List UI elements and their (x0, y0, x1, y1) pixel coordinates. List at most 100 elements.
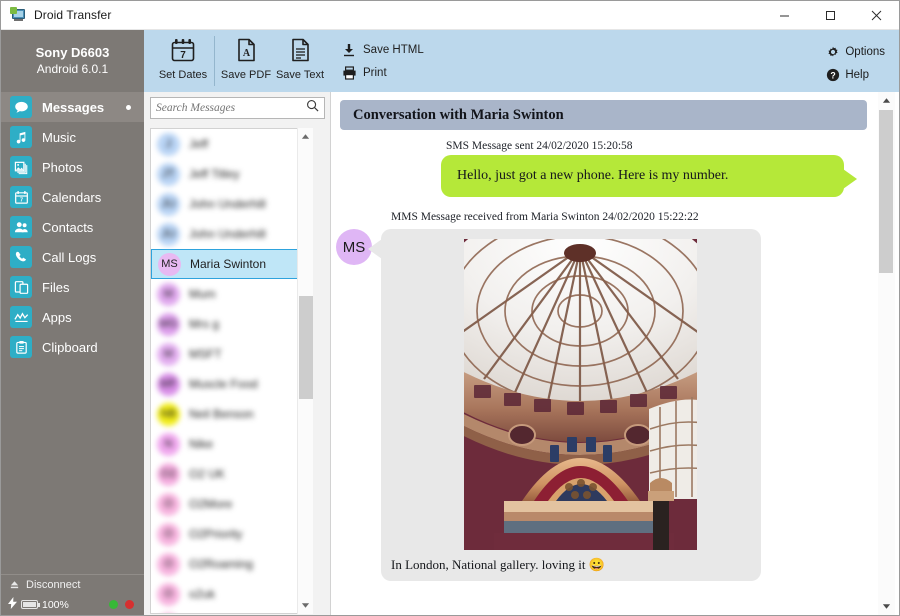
contact-row[interactable]: JUJohn Underhill (151, 219, 313, 249)
help-circle-icon: ? (824, 68, 841, 82)
mms-received-meta: MMS Message received from Maria Swinton … (331, 211, 876, 223)
contact-name: O2Roaming (189, 557, 253, 571)
contact-row[interactable]: MGMrs g (151, 309, 313, 339)
led-green (109, 600, 118, 609)
apps-icon (10, 306, 32, 328)
sidebar-item-apps[interactable]: Apps (1, 302, 144, 332)
contact-row[interactable]: MMum (151, 279, 313, 309)
search-box[interactable] (150, 97, 325, 119)
contact-name: Muscle Food (189, 377, 258, 391)
minimize-button[interactable] (761, 1, 807, 30)
status-leds (109, 600, 144, 609)
contact-row[interactable]: Oo2uk (151, 579, 313, 609)
contact-name: o2uk (189, 587, 215, 601)
contact-row[interactable]: JTJeff Titley (151, 159, 313, 189)
toolbar: Sony D6603 Android 6.0.1 7 Set Dates (1, 30, 899, 92)
contact-row[interactable]: MSMaria Swinton (151, 249, 313, 279)
scroll-up-arrow[interactable] (878, 92, 895, 109)
sidebar-item-messages[interactable]: Messages (1, 92, 144, 122)
scroll-up-arrow[interactable] (298, 128, 313, 145)
sidebar-item-music[interactable]: Music (1, 122, 144, 152)
contact-name: Mum (189, 287, 216, 301)
help-label: Help (845, 69, 869, 81)
contact-name: Neil Benson (189, 407, 254, 421)
pdf-file-icon: A (233, 37, 259, 66)
avatar: O (157, 583, 180, 606)
conversation-panel: Conversation with Maria Swinton SMS Mess… (330, 92, 876, 615)
sidebar-item-photos[interactable]: Photos (1, 152, 144, 182)
search-icon[interactable] (306, 99, 319, 117)
sidebar-item-files[interactable]: Files (1, 272, 144, 302)
avatar: O (157, 523, 180, 546)
conversation-scrollbar[interactable] (878, 92, 895, 615)
sidebar-item-contacts[interactable]: Contacts (1, 212, 144, 242)
window-title: Droid Transfer (34, 8, 111, 22)
scroll-down-arrow[interactable] (298, 597, 313, 614)
contact-row[interactable]: JJeff (151, 129, 313, 159)
droid-transfer-window: Droid Transfer Sony D6603 Android 6.0.1 (0, 0, 900, 616)
avatar: JU (157, 193, 180, 216)
avatar: O2 (157, 463, 180, 486)
options-button[interactable]: Options (824, 40, 885, 63)
contact-row[interactable]: NNike (151, 429, 313, 459)
contact-row[interactable]: OO2Priority (151, 519, 313, 549)
contacts-scrollbar-thumb[interactable] (299, 296, 313, 399)
contact-name: John Underhill (189, 197, 266, 211)
print-label: Print (363, 67, 387, 79)
contact-row[interactable]: JU John Underhill (151, 189, 313, 219)
conversation-scrollbar-thumb[interactable] (879, 110, 893, 273)
sidebar-item-label: Contacts (42, 220, 93, 235)
contact-row[interactable]: Oo2 (151, 609, 313, 614)
print-button[interactable]: Print (341, 61, 424, 84)
sidebar-item-calendars[interactable]: 7 Calendars (1, 182, 144, 212)
sidebar-item-call-logs[interactable]: Call Logs (1, 242, 144, 272)
contact-row[interactable]: O2O2 UK (151, 459, 313, 489)
save-pdf-button[interactable]: A Save PDF (219, 30, 273, 92)
disconnect-button[interactable]: Disconnect (1, 574, 144, 594)
options-label: Options (845, 46, 885, 58)
mms-caption: In London, National gallery. loving it 😀 (391, 557, 751, 573)
music-note-icon (10, 126, 32, 148)
sidebar-item-label: Calendars (42, 190, 101, 205)
save-text-label: Save Text (276, 69, 324, 81)
svg-text:7: 7 (19, 197, 22, 203)
text-file-icon (287, 37, 313, 66)
avatar: M (157, 343, 180, 366)
close-button[interactable] (853, 1, 899, 30)
scroll-down-arrow[interactable] (878, 598, 895, 615)
avatar: N (157, 433, 180, 456)
toolbar-right-links: Options ? Help (824, 30, 899, 92)
contact-row[interactable]: M MSFT (151, 339, 313, 369)
battery-level: 100% (42, 599, 69, 611)
contact-name: Jeff Titley (189, 167, 239, 181)
mms-received-row: MS (331, 229, 876, 581)
search-wrapper (144, 92, 330, 123)
set-dates-button[interactable]: 7 Set Dates (156, 30, 210, 92)
toolbar-divider (214, 36, 215, 86)
avatar-initials: MS (343, 239, 366, 256)
svg-text:7: 7 (180, 50, 186, 61)
window-controls (761, 1, 899, 30)
device-name: Sony D6603 (36, 44, 110, 61)
contact-row[interactable]: OO2Roaming (151, 549, 313, 579)
gear-icon (824, 45, 841, 59)
sidebar-item-label: Apps (42, 310, 72, 325)
help-button[interactable]: ? Help (824, 63, 885, 86)
maximize-button[interactable] (807, 1, 853, 30)
contact-name: MSFT (189, 347, 222, 361)
contacts-list[interactable]: JJeffJTJeff TitleyJUJohn UnderhillJUJohn… (150, 128, 313, 614)
avatar: O (157, 613, 180, 615)
contacts-scrollbar[interactable] (297, 128, 313, 614)
contact-row[interactable]: OO2More (151, 489, 313, 519)
contact-name: John Underhill (189, 227, 266, 241)
sidebar-item-label: Music (42, 130, 76, 145)
sidebar-item-clipboard[interactable]: Clipboard (1, 332, 144, 362)
search-input[interactable] (156, 102, 306, 114)
photo-dome-ceiling[interactable] (464, 239, 697, 550)
toolbar-buttons: 7 Set Dates A Save PDF (144, 30, 424, 92)
save-text-button[interactable]: Save Text (273, 30, 327, 92)
save-html-label: Save HTML (363, 44, 424, 56)
save-html-button[interactable]: Save HTML (341, 38, 424, 61)
contact-row[interactable]: NBNeil Benson (151, 399, 313, 429)
contact-row[interactable]: MFMuscle Food (151, 369, 313, 399)
